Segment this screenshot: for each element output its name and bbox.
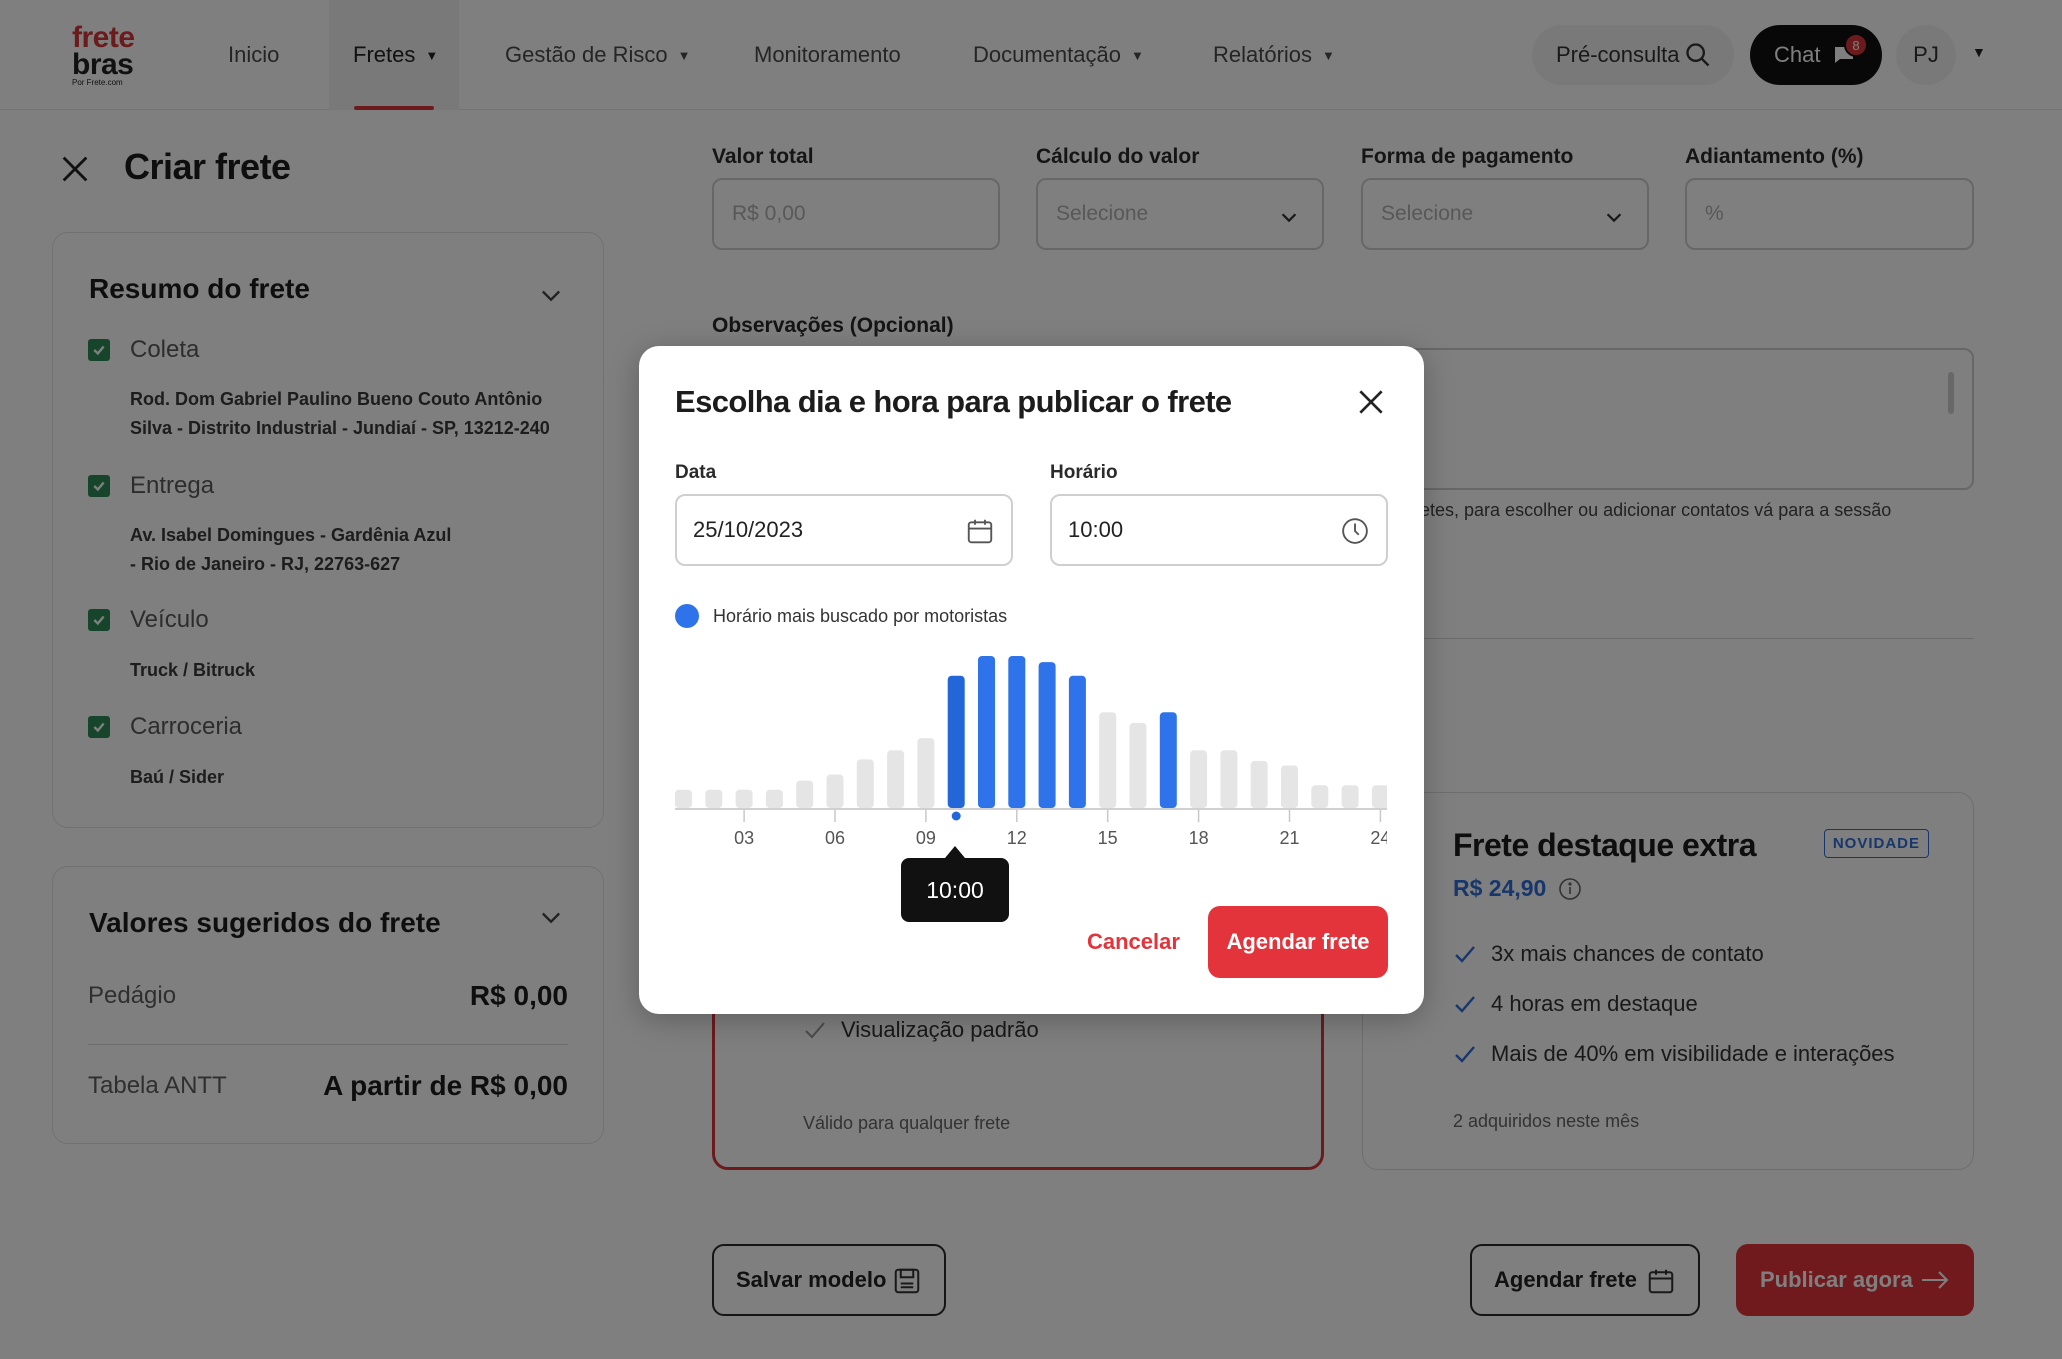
chart-bar[interactable] (917, 738, 935, 808)
close-icon[interactable] (1355, 386, 1387, 418)
x-tick-label: 09 (916, 828, 936, 846)
x-tick-label: 12 (1007, 828, 1027, 846)
chart-bar[interactable] (1250, 760, 1268, 808)
hour-demand-chart[interactable]: 03 06 09 12 15 18 21 24 (675, 646, 1387, 846)
legend-dot (675, 604, 699, 628)
chart-bar[interactable] (856, 759, 874, 808)
x-tick-label: 24 (1370, 828, 1387, 846)
chart-bar[interactable] (735, 789, 753, 808)
time-input[interactable]: 10:00 (1050, 494, 1388, 566)
chart-bar[interactable] (978, 656, 995, 808)
chart-bar[interactable] (1068, 675, 1086, 808)
x-tick-label: 18 (1189, 828, 1209, 846)
time-label: Horário (1050, 462, 1118, 483)
chart-bar[interactable] (1159, 712, 1177, 808)
chart-bar[interactable] (1220, 750, 1238, 808)
date-input[interactable]: 25/10/2023 (675, 494, 1013, 566)
chart-bar[interactable] (1190, 750, 1208, 808)
chart-bar[interactable] (887, 750, 905, 808)
agendar-frete-submit-button[interactable]: Agendar frete (1208, 906, 1388, 978)
x-tick-label: 15 (1098, 828, 1118, 846)
cancel-button[interactable]: Cancelar (1087, 906, 1180, 978)
chart-bar[interactable] (675, 789, 692, 808)
schedule-modal: Escolha dia e hora para publicar o frete… (639, 346, 1424, 1014)
selected-time-tooltip: 10:00 (901, 846, 1009, 922)
chart-bar[interactable] (1099, 712, 1117, 808)
clock-icon[interactable] (1340, 516, 1370, 546)
chart-legend: Horário mais buscado por motoristas (675, 604, 1007, 628)
x-tick-label: 03 (734, 828, 754, 846)
chart-bar[interactable] (796, 780, 814, 808)
chart-bar[interactable] (705, 789, 723, 808)
chart-bar[interactable] (947, 675, 965, 808)
date-label: Data (675, 462, 717, 483)
chart-bar[interactable] (826, 774, 844, 808)
chart-bar[interactable] (1341, 785, 1359, 808)
x-tick-label: 06 (825, 828, 845, 846)
modal-title: Escolha dia e hora para publicar o frete (675, 384, 1232, 419)
chart-bar[interactable] (1038, 662, 1056, 808)
selected-marker[interactable] (951, 811, 961, 821)
chart-bar[interactable] (765, 789, 783, 808)
calendar-icon[interactable] (965, 516, 995, 546)
chart-bar[interactable] (1008, 656, 1026, 808)
chart-bar[interactable] (1311, 785, 1329, 808)
chart-bar[interactable] (1281, 765, 1298, 808)
chart-bar[interactable] (1371, 785, 1387, 808)
x-tick-label: 21 (1279, 828, 1299, 846)
chart-bar[interactable] (1129, 722, 1147, 808)
